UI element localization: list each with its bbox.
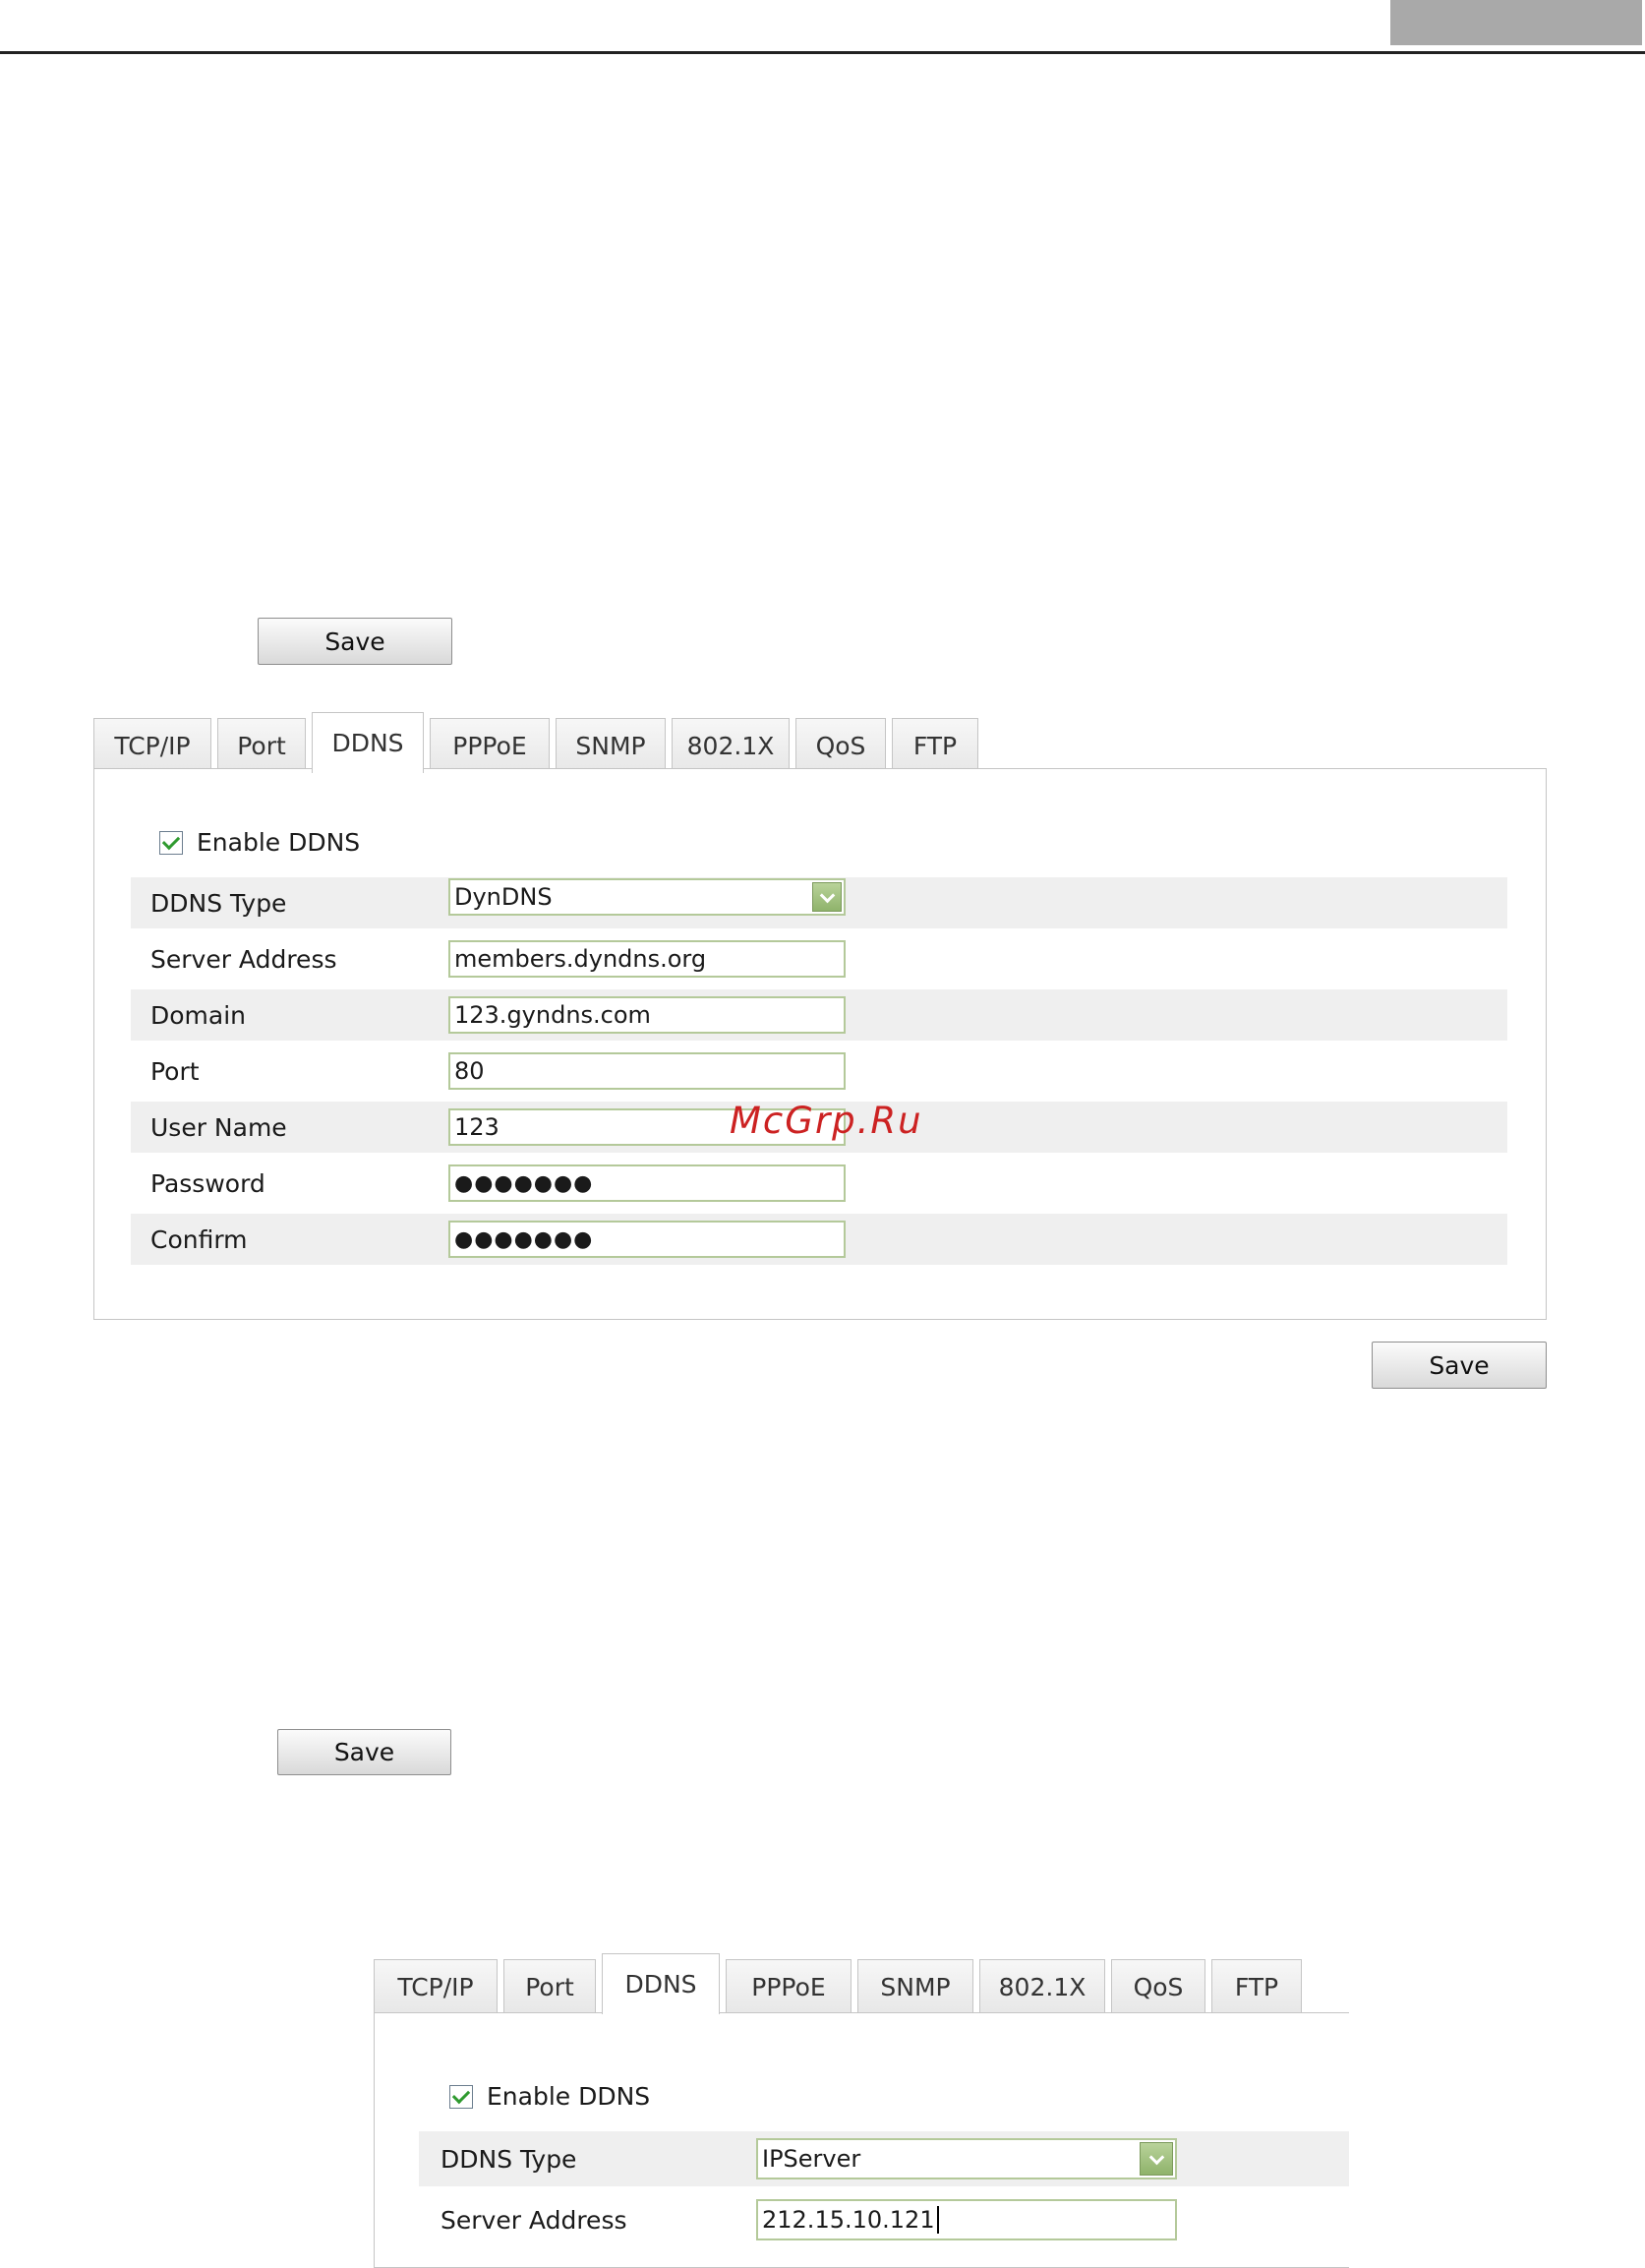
password-input[interactable]: ●●●●●●● (448, 1164, 846, 1202)
tab-tcpip[interactable]: TCP/IP (93, 718, 211, 773)
ddns-panel-1: Enable DDNS DDNS Type DynDNS Server Addr… (93, 768, 1547, 1320)
header-corner-block (1390, 0, 1642, 45)
row-domain: Domain 123.gyndns.com (131, 989, 1507, 1041)
enable-ddns-row-2[interactable]: Enable DDNS (449, 2082, 650, 2111)
text-cursor (936, 2206, 939, 2234)
watermark-text: McGrp.Ru (730, 1100, 923, 1142)
enable-ddns-label: Enable DDNS (197, 828, 361, 857)
tab-snmp-2[interactable]: SNMP (857, 1959, 973, 2014)
header-rule (0, 51, 1645, 54)
label-server-address-2: Server Address (441, 2205, 627, 2235)
tab-pppoe[interactable]: PPPoE (430, 718, 550, 773)
ddns-type-select[interactable]: DynDNS (448, 878, 846, 916)
ddns-type-value: DynDNS (454, 883, 553, 911)
label-port: Port (150, 1056, 200, 1086)
tab-8021x[interactable]: 802.1X (672, 718, 790, 773)
label-domain: Domain (150, 1000, 247, 1030)
label-password: Password (150, 1168, 265, 1198)
save-button-middle[interactable]: Save (277, 1729, 451, 1775)
chevron-down-icon[interactable] (812, 882, 842, 912)
save-button-top[interactable]: Save (258, 618, 452, 665)
port-input[interactable]: 80 (448, 1052, 846, 1090)
ddns-type-value-2: IPServer (762, 2145, 861, 2173)
label-ddns-type-2: DDNS Type (441, 2144, 577, 2174)
tab-qos[interactable]: QoS (795, 718, 886, 773)
tab-bar-1: TCP/IP Port DDNS PPPoE SNMP 802.1X QoS F… (93, 712, 978, 773)
tab-8021x-2[interactable]: 802.1X (979, 1959, 1105, 2014)
row-password: Password ●●●●●●● (131, 1158, 1507, 1209)
row-ddns-type: DDNS Type DynDNS (131, 877, 1507, 928)
save-button-panel[interactable]: Save (1372, 1342, 1547, 1389)
tab-ddns-2[interactable]: DDNS (602, 1953, 720, 2014)
confirm-password-input[interactable]: ●●●●●●● (448, 1221, 846, 1258)
label-user-name: User Name (150, 1112, 287, 1142)
enable-ddns-checkbox[interactable] (159, 830, 183, 855)
enable-ddns-row[interactable]: Enable DDNS (159, 828, 360, 857)
row-confirm: Confirm ●●●●●●● (131, 1214, 1507, 1265)
tab-ddns[interactable]: DDNS (312, 712, 424, 773)
tab-tcpip-2[interactable]: TCP/IP (374, 1959, 498, 2014)
chevron-down-icon[interactable] (1140, 2142, 1173, 2176)
row-ddns-type-2: DDNS Type IPServer (419, 2131, 1349, 2186)
domain-input[interactable]: 123.gyndns.com (448, 996, 846, 1034)
row-server-address: Server Address members.dyndns.org (131, 933, 1507, 985)
server-address-input[interactable]: members.dyndns.org (448, 940, 846, 978)
label-server-address: Server Address (150, 944, 337, 974)
tab-snmp[interactable]: SNMP (556, 718, 666, 773)
enable-ddns-label-2: Enable DDNS (487, 2082, 651, 2111)
tab-pppoe-2[interactable]: PPPoE (726, 1959, 852, 2014)
ddns-type-select-2[interactable]: IPServer (756, 2138, 1177, 2179)
server-address-value-2: 212.15.10.121 (762, 2206, 935, 2234)
label-confirm: Confirm (150, 1224, 248, 1254)
tab-qos-2[interactable]: QoS (1111, 1959, 1205, 2014)
row-server-address-2: Server Address 212.15.10.121 (419, 2192, 1349, 2247)
label-ddns-type: DDNS Type (150, 888, 287, 918)
tab-bar-2: TCP/IP Port DDNS PPPoE SNMP 802.1X QoS F… (374, 1953, 1302, 2014)
enable-ddns-checkbox-2[interactable] (449, 2084, 473, 2109)
tab-ftp-2[interactable]: FTP (1211, 1959, 1302, 2014)
tab-ftp[interactable]: FTP (892, 718, 978, 773)
tab-port-2[interactable]: Port (503, 1959, 596, 2014)
ddns-panel-2: Enable DDNS DDNS Type IPServer Server Ad… (374, 2012, 1349, 2268)
tab-port[interactable]: Port (217, 718, 306, 773)
server-address-input-2[interactable]: 212.15.10.121 (756, 2199, 1177, 2240)
row-port: Port 80 (131, 1045, 1507, 1097)
